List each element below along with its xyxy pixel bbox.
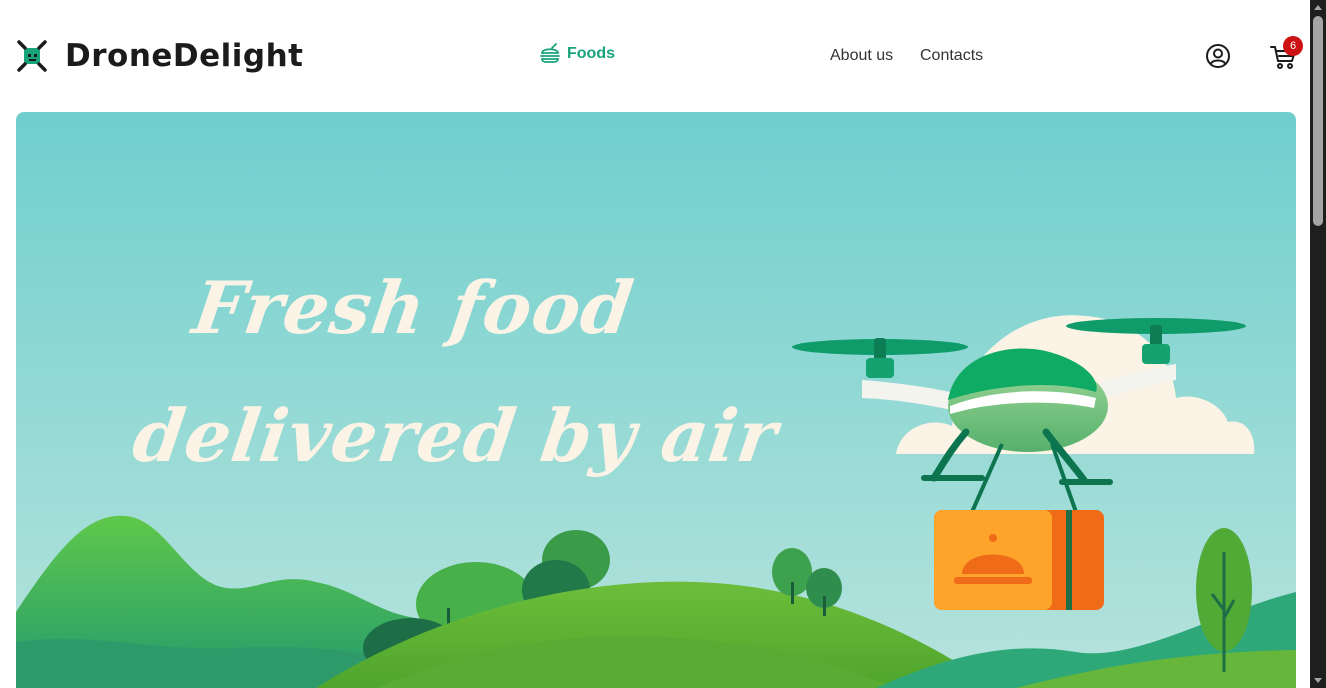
- scrollbar-thumb[interactable]: [1313, 16, 1323, 226]
- nav-contacts[interactable]: Contacts: [920, 46, 983, 66]
- site-header: DroneDelight Foods About us Contacts 6: [0, 0, 1310, 112]
- nav-foods-label: Foods: [567, 45, 615, 62]
- brand-logo[interactable]: DroneDelight: [16, 38, 304, 74]
- burger-icon: [540, 43, 560, 63]
- hero-headline-line1: Fresh food: [188, 265, 639, 350]
- hero-headline-line2: delivered by air: [128, 393, 783, 478]
- scroll-down-arrow-icon[interactable]: [1310, 672, 1326, 688]
- page-scrollbar[interactable]: [1310, 0, 1326, 688]
- user-icon[interactable]: [1205, 43, 1231, 69]
- hero-banner: Fresh food delivered by air: [16, 112, 1296, 688]
- nav-about-us[interactable]: About us: [830, 46, 893, 66]
- scroll-up-arrow-icon[interactable]: [1310, 0, 1326, 16]
- brand-name: DroneDelight: [65, 38, 304, 74]
- cart-count-badge: 6: [1283, 36, 1303, 56]
- drone-icon: [17, 40, 47, 72]
- nav-foods[interactable]: Foods: [538, 42, 615, 66]
